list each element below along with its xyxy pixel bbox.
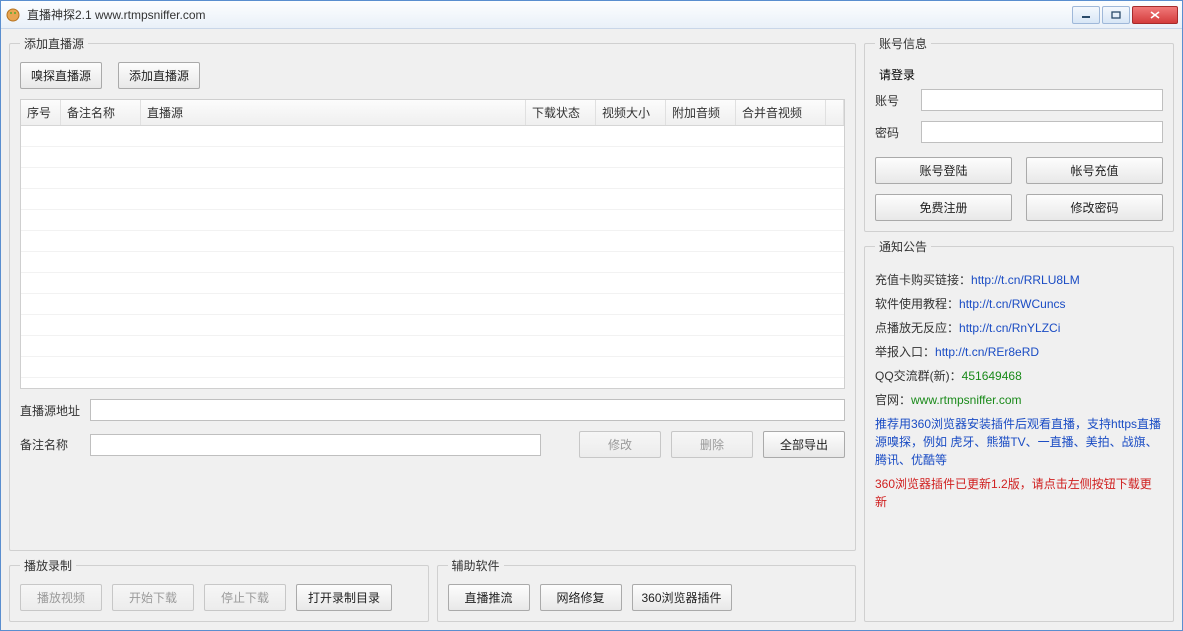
col-size[interactable]: 视频大小	[596, 100, 666, 125]
col-source[interactable]: 直播源	[141, 100, 526, 125]
table-row[interactable]	[21, 336, 844, 357]
window-title: 直播神探2.1 www.rtmpsniffer.com	[27, 6, 1070, 23]
username-input[interactable]	[921, 89, 1163, 111]
window-controls	[1070, 6, 1178, 24]
col-spacer	[826, 100, 844, 125]
right-column: 账号信息 请登录 账号 密码 账号登陆 帐号充值 免费注册 修改密码	[864, 35, 1174, 622]
notice-update: 360浏览器插件已更新1.2版，请点击左侧按钮下载更新	[875, 475, 1163, 511]
col-dlstatus[interactable]: 下载状态	[526, 100, 596, 125]
notice-site: 官网：www.rtmpsniffer.com	[875, 391, 1163, 409]
aux-legend: 辅助软件	[448, 557, 504, 574]
playback-buttons: 播放视频 开始下载 停止下载 打开录制目录	[20, 584, 418, 611]
table-row[interactable]	[21, 126, 844, 147]
table-row[interactable]	[21, 294, 844, 315]
close-button[interactable]	[1132, 6, 1178, 24]
register-button[interactable]: 免费注册	[875, 194, 1012, 221]
modify-button[interactable]: 修改	[579, 431, 661, 458]
recharge-button[interactable]: 帐号充值	[1026, 157, 1163, 184]
maximize-button[interactable]	[1102, 6, 1130, 24]
source-address-row: 直播源地址	[20, 399, 845, 421]
bottom-row: 播放录制 播放视频 开始下载 停止下载 打开录制目录 辅助软件 直播推流 网络修…	[9, 557, 856, 622]
table-row[interactable]	[21, 357, 844, 378]
left-column: 添加直播源 嗅探直播源 添加直播源 序号 备注名称 直播源 下载状态 视频大小 …	[9, 35, 856, 622]
table-row[interactable]	[21, 273, 844, 294]
titlebar[interactable]: 直播神探2.1 www.rtmpsniffer.com	[1, 1, 1182, 29]
noresp-link[interactable]: http://t.cn/RnYLZCi	[959, 321, 1060, 335]
account-pass-row: 密码	[875, 121, 1163, 143]
remark-row: 备注名称 修改 删除 全部导出	[20, 431, 845, 458]
account-user-row: 账号	[875, 89, 1163, 111]
aux-group: 辅助软件 直播推流 网络修复 360浏览器插件	[437, 557, 857, 622]
playback-group: 播放录制 播放视频 开始下载 停止下载 打开录制目录	[9, 557, 429, 622]
password-input[interactable]	[921, 121, 1163, 143]
login-prompt: 请登录	[879, 66, 1163, 83]
stop-download-button[interactable]: 停止下载	[204, 584, 286, 611]
net-fix-button[interactable]: 网络修复	[540, 584, 622, 611]
table-row[interactable]	[21, 231, 844, 252]
notice-noresp: 点播放无反应：http://t.cn/RnYLZCi	[875, 319, 1163, 337]
col-audio[interactable]: 附加音频	[666, 100, 736, 125]
notice-group: 通知公告 充值卡购买链接：http://t.cn/RRLU8LM 软件使用教程：…	[864, 238, 1174, 622]
table-header: 序号 备注名称 直播源 下载状态 视频大小 附加音频 合并音视频	[21, 100, 844, 126]
login-button[interactable]: 账号登陆	[875, 157, 1012, 184]
open-record-dir-button[interactable]: 打开录制目录	[296, 584, 392, 611]
minimize-button[interactable]	[1072, 6, 1100, 24]
source-table[interactable]: 序号 备注名称 直播源 下载状态 视频大小 附加音频 合并音视频	[20, 99, 845, 389]
add-source-legend: 添加直播源	[20, 35, 88, 52]
col-remark[interactable]: 备注名称	[61, 100, 141, 125]
site-link[interactable]: www.rtmpsniffer.com	[911, 393, 1021, 407]
start-download-button[interactable]: 开始下载	[112, 584, 194, 611]
col-merge[interactable]: 合并音视频	[736, 100, 826, 125]
notice-qq: QQ交流群(新)：451649468	[875, 367, 1163, 385]
account-group: 账号信息 请登录 账号 密码 账号登陆 帐号充值 免费注册 修改密码	[864, 35, 1174, 232]
delete-button[interactable]: 删除	[671, 431, 753, 458]
export-all-button[interactable]: 全部导出	[763, 431, 845, 458]
add-source-button[interactable]: 添加直播源	[118, 62, 200, 89]
table-row[interactable]	[21, 210, 844, 231]
tutorial-link[interactable]: http://t.cn/RWCuncs	[959, 297, 1065, 311]
pass-label: 密码	[875, 124, 911, 141]
notice-recommend: 推荐用360浏览器安装插件后观看直播，支持https直播源嗅探，例如 虎牙、熊猫…	[875, 415, 1163, 469]
table-row[interactable]	[21, 252, 844, 273]
aux-buttons: 直播推流 网络修复 360浏览器插件	[448, 584, 846, 611]
notice-buy: 充值卡购买链接：http://t.cn/RRLU8LM	[875, 271, 1163, 289]
table-row[interactable]	[21, 168, 844, 189]
notice-tutorial: 软件使用教程：http://t.cn/RWCuncs	[875, 295, 1163, 313]
remark-label: 备注名称	[20, 436, 80, 453]
buy-link[interactable]: http://t.cn/RRLU8LM	[971, 273, 1080, 287]
notice-report: 举报入口：http://t.cn/REr8eRD	[875, 343, 1163, 361]
table-row[interactable]	[21, 315, 844, 336]
col-index[interactable]: 序号	[21, 100, 61, 125]
change-password-button[interactable]: 修改密码	[1026, 194, 1163, 221]
push-stream-button[interactable]: 直播推流	[448, 584, 530, 611]
account-legend: 账号信息	[875, 35, 931, 52]
notice-legend: 通知公告	[875, 238, 931, 255]
table-body	[21, 126, 844, 389]
add-source-buttons: 嗅探直播源 添加直播源	[20, 62, 845, 89]
source-address-label: 直播源地址	[20, 402, 80, 419]
add-source-group: 添加直播源 嗅探直播源 添加直播源 序号 备注名称 直播源 下载状态 视频大小 …	[9, 35, 856, 551]
play-video-button[interactable]: 播放视频	[20, 584, 102, 611]
table-row[interactable]	[21, 189, 844, 210]
app-icon	[5, 7, 21, 23]
remark-input[interactable]	[90, 434, 541, 456]
playback-legend: 播放录制	[20, 557, 76, 574]
source-address-input[interactable]	[90, 399, 845, 421]
qq-group: 451649468	[962, 369, 1022, 383]
browser-plugin-button[interactable]: 360浏览器插件	[632, 584, 732, 611]
app-window: 直播神探2.1 www.rtmpsniffer.com 添加直播源 嗅探直播源 …	[0, 0, 1183, 631]
account-buttons: 账号登陆 帐号充值 免费注册 修改密码	[875, 157, 1163, 221]
content-area: 添加直播源 嗅探直播源 添加直播源 序号 备注名称 直播源 下载状态 视频大小 …	[1, 29, 1182, 630]
user-label: 账号	[875, 92, 911, 109]
sniff-source-button[interactable]: 嗅探直播源	[20, 62, 102, 89]
report-link[interactable]: http://t.cn/REr8eRD	[935, 345, 1039, 359]
table-row[interactable]	[21, 147, 844, 168]
